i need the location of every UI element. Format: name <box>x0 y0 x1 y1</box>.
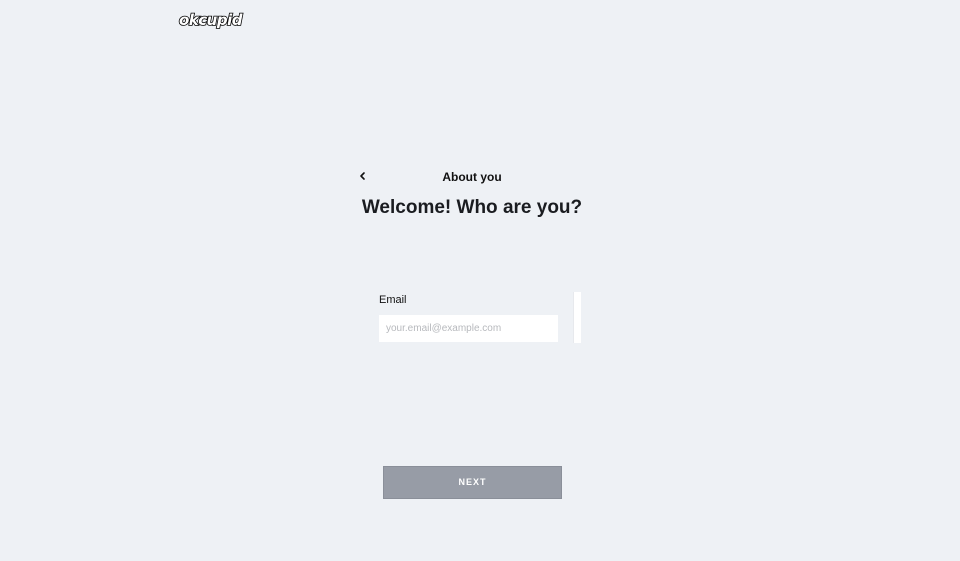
step-title: About you <box>442 170 502 184</box>
email-label: Email <box>379 294 407 306</box>
page-title: Welcome! Who are you? <box>361 197 583 218</box>
okcupid-logo[interactable]: okcupid <box>178 10 243 30</box>
next-button[interactable]: NEXT <box>383 466 562 499</box>
back-button[interactable] <box>356 168 370 184</box>
chevron-left-icon <box>360 172 365 180</box>
side-panel-strip <box>573 292 581 343</box>
email-field[interactable] <box>379 315 558 342</box>
